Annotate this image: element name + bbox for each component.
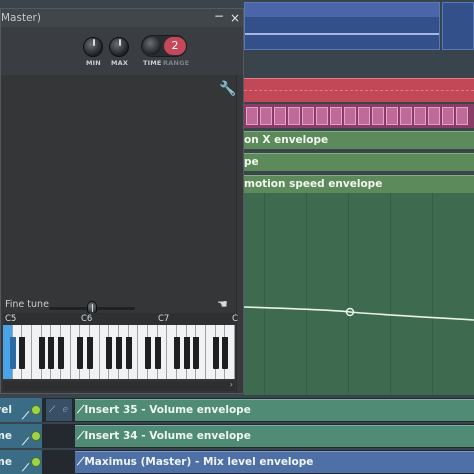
black-key[interactable]: [154, 337, 161, 369]
note-pattern-clip[interactable]: [244, 104, 474, 128]
automation-icon: ⟋: [22, 463, 29, 474]
time-range-toggle[interactable]: 2: [141, 35, 187, 57]
min-label: MIN: [86, 59, 101, 67]
automation-icon: ⟋: [22, 437, 29, 448]
minimize-button[interactable]: −: [214, 7, 224, 25]
note-block: [442, 107, 454, 125]
envelope-clip[interactable]: ⟋Insert 35 - Volume envelope: [75, 399, 474, 421]
note-block: [400, 107, 412, 125]
close-button[interactable]: ×: [230, 9, 240, 27]
track-subclip[interactable]: ⟋ e: [46, 399, 72, 421]
octave-label: C7: [158, 314, 170, 324]
range-label: RANGE: [163, 59, 190, 67]
hand-icon[interactable]: ☚: [217, 297, 228, 311]
track-name: ume: [0, 456, 12, 468]
note-block: [316, 107, 328, 125]
wrench-icon[interactable]: 🔧: [219, 81, 236, 97]
min-knob[interactable]: [83, 37, 103, 57]
envelope-clip-x[interactable]: on X envelope: [244, 131, 474, 149]
note-block: [344, 107, 356, 125]
black-key[interactable]: [38, 337, 45, 369]
envelope-clip[interactable]: ⟋Maximus (Master) - Mix level envelope: [75, 451, 474, 473]
note-block: [260, 107, 272, 125]
keyboard-scrollbar[interactable]: ›: [3, 380, 235, 391]
black-key[interactable]: [193, 337, 200, 369]
plugin-titlebar[interactable]: Master) − ×: [1, 9, 243, 27]
track-name: vel: [0, 404, 12, 416]
plugin-window: Master) − × MIN MAX 2 TIME RANGE 🔧 Fine …: [0, 8, 244, 394]
note-block: [456, 107, 468, 125]
clip-label: Insert 35 - Volume envelope: [84, 404, 251, 416]
envelope-editor-area[interactable]: [244, 193, 474, 395]
envelope-clip[interactable]: ⟋Insert 34 - Volume envelope: [75, 425, 474, 447]
max-label: MAX: [111, 59, 129, 67]
note-block: [358, 107, 370, 125]
scroll-right-arrow[interactable]: ›: [230, 380, 233, 389]
envelope-curve: [244, 306, 474, 321]
black-key[interactable]: [48, 337, 55, 369]
automation-clip-red[interactable]: [244, 78, 474, 102]
note-block: [330, 107, 342, 125]
black-key[interactable]: [9, 337, 16, 369]
black-key[interactable]: [106, 337, 113, 369]
black-key[interactable]: [183, 337, 190, 369]
envelope-clip-pe[interactable]: pe: [244, 153, 474, 171]
automation-icon: ⟋: [49, 405, 56, 415]
note-block: [274, 107, 286, 125]
note-block: [372, 107, 384, 125]
piano-keys[interactable]: [3, 325, 235, 379]
note-blocks: [246, 107, 474, 125]
track-enable-led[interactable]: [31, 431, 41, 441]
note-block: [288, 107, 300, 125]
black-key[interactable]: [222, 337, 229, 369]
pattern-clip-2[interactable]: [442, 2, 474, 50]
fine-tune-label: Fine tune: [5, 299, 49, 310]
subclip-letter: e: [62, 405, 68, 415]
octave-label-row: C5 C6 C7 C: [3, 313, 238, 325]
track-row: me ⟋ ⟋Insert 34 - Volume envelope: [0, 424, 474, 448]
time-label: TIME: [143, 59, 162, 67]
black-key[interactable]: [116, 337, 122, 369]
black-key[interactable]: [125, 337, 132, 369]
automation-icon: ⟋: [22, 411, 29, 422]
track-name: me: [0, 430, 12, 442]
pattern-clip-header: [245, 3, 439, 17]
octave-label: C5: [5, 314, 17, 324]
black-key[interactable]: [77, 337, 84, 369]
black-key[interactable]: [58, 337, 64, 369]
note-block: [414, 107, 426, 125]
black-key[interactable]: [145, 337, 151, 369]
pattern-clip[interactable]: [244, 2, 440, 50]
knob-strip: MIN MAX 2 TIME RANGE: [1, 29, 243, 75]
black-key[interactable]: [87, 337, 93, 369]
plugin-title: Master): [1, 12, 41, 24]
octave-label: C: [232, 314, 238, 324]
black-key[interactable]: [174, 337, 180, 369]
automation-line: [244, 90, 474, 91]
note-block: [428, 107, 440, 125]
range-value: 2: [164, 37, 186, 55]
pattern-clip-line: [245, 33, 439, 35]
track-enable-led[interactable]: [31, 405, 41, 415]
note-block: [246, 107, 258, 125]
black-key[interactable]: [212, 337, 219, 369]
black-key[interactable]: [19, 337, 26, 369]
envelope-clip-motion-speed[interactable]: motion speed envelope: [244, 175, 474, 193]
time-knob[interactable]: [143, 37, 161, 55]
note-block: [302, 107, 314, 125]
track-enable-led[interactable]: [31, 457, 41, 467]
piano-keyboard[interactable]: C5 C6 C7 C: [3, 313, 238, 379]
note-block: [386, 107, 398, 125]
track-row: ume ⟋ ⟋Maximus (Master) - Mix level envel…: [0, 450, 474, 474]
track-row: vel⟋ ⟋e ⟋Insert 35 - Volume envelope: [0, 398, 474, 422]
max-knob[interactable]: [109, 37, 129, 57]
octave-label: C6: [81, 314, 93, 324]
clip-label: Insert 34 - Volume envelope: [84, 430, 251, 442]
clip-label: Maximus (Master) - Mix level envelope: [84, 456, 314, 468]
